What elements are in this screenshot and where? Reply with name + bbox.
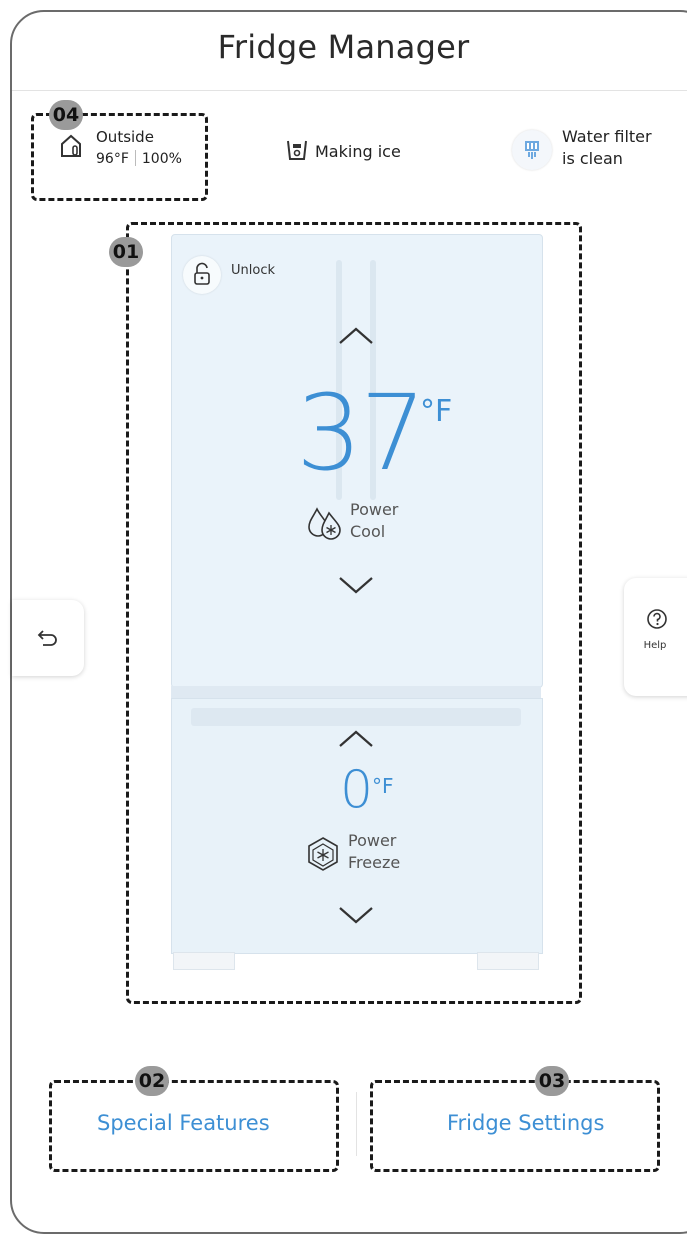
callout-box-03	[370, 1080, 660, 1172]
help-button[interactable]: Help	[624, 578, 687, 696]
filter-text: Water filter is clean	[562, 126, 652, 170]
help-icon	[647, 609, 667, 629]
filter-line-2: is clean	[562, 149, 623, 168]
callout-box-02	[49, 1080, 339, 1172]
ice-label: Making ice	[315, 142, 401, 161]
callout-badge-03: 03	[535, 1066, 569, 1096]
back-icon	[37, 630, 57, 646]
callout-badge-04: 04	[49, 100, 83, 130]
back-button[interactable]	[12, 600, 84, 676]
callout-box-01	[126, 222, 582, 1004]
water-filter-icon	[525, 141, 539, 159]
filter-icon-badge	[512, 130, 552, 170]
ice-status: Making ice	[285, 138, 401, 162]
callout-badge-02: 02	[135, 1066, 169, 1096]
help-label: Help	[643, 640, 667, 651]
callout-badge-01: 01	[109, 237, 143, 267]
filter-line-1: Water filter	[562, 127, 652, 146]
page-title: Fridge Manager	[217, 28, 470, 66]
ice-maker-icon	[287, 140, 307, 160]
bottom-divider	[356, 1092, 357, 1156]
title-divider	[12, 90, 687, 91]
